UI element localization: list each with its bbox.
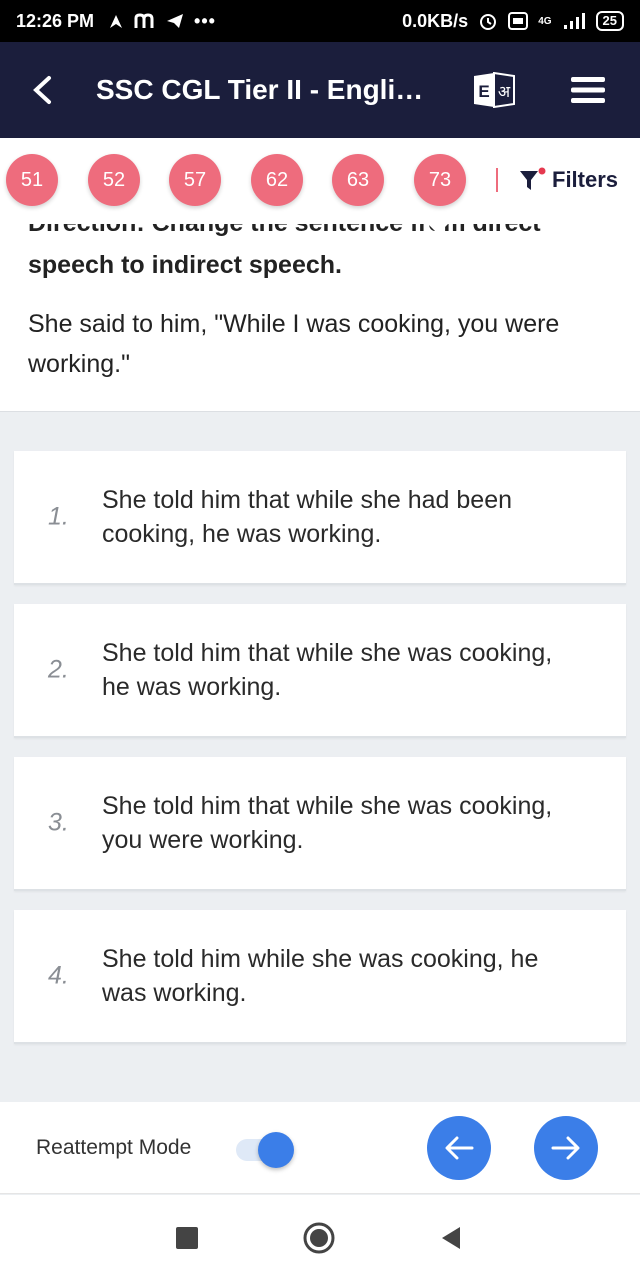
reattempt-mode-label: Reattempt Mode: [36, 1136, 192, 1159]
home-button[interactable]: [302, 1221, 336, 1255]
network-type: 4G: [538, 15, 552, 27]
filter-icon: [520, 167, 546, 190]
net-speed: 0.0KB/s: [402, 10, 469, 31]
m-app-icon: [134, 13, 154, 28]
back-button[interactable]: [0, 42, 84, 138]
option-number: 3.: [48, 808, 69, 837]
recents-button[interactable]: [170, 1221, 204, 1255]
bottom-action-bar: Reattempt Mode: [0, 1102, 640, 1194]
option-2[interactable]: 2. She told him that while she was cooki…: [14, 604, 626, 738]
option-text: She told him while she was cooking, he w…: [102, 945, 539, 1007]
square-recents-icon: [176, 1227, 198, 1249]
question-direction: Direction: Change the sentence from dire…: [28, 224, 541, 279]
option-text: She told him that while she had been coo…: [102, 486, 512, 548]
question-chip[interactable]: 57: [169, 154, 221, 206]
page-title: SSC CGL Tier II - English...: [96, 74, 436, 105]
volte-icon: [508, 12, 529, 30]
filters-label: Filters: [552, 167, 619, 192]
option-number: 1.: [48, 502, 69, 531]
option-1[interactable]: 1. She told him that while she had been …: [14, 451, 626, 585]
question-text: She said to him, "While I was cooking, y…: [28, 310, 560, 378]
option-3[interactable]: 3. She told him that while she was cooki…: [14, 757, 626, 891]
telegram-icon: [167, 14, 184, 28]
signal-icon: [563, 13, 585, 29]
app-header: SSC CGL Tier II - English... E अ: [0, 42, 640, 138]
reattempt-mode-toggle[interactable]: [236, 1132, 294, 1168]
option-4[interactable]: 4. She told him while she was cooking, h…: [14, 910, 626, 1044]
question-chip-current[interactable]: 73: [414, 154, 466, 206]
battery-icon: 25: [595, 11, 624, 31]
circle-home-icon: [303, 1222, 335, 1254]
menu-button[interactable]: [568, 70, 608, 110]
question-chip[interactable]: 51: [6, 154, 58, 206]
language-toggle-icon: E अ: [474, 72, 515, 108]
current-question-indicator: [428, 224, 448, 234]
chip-overflow-edge: [496, 168, 498, 192]
question-chip[interactable]: 63: [332, 154, 384, 206]
more-notifications-icon: •••: [194, 10, 216, 31]
question-navigator: 51 52 57 62 63 73 Filters: [0, 138, 640, 224]
svg-text:अ: अ: [498, 82, 511, 101]
option-number: 4.: [48, 961, 69, 990]
next-question-button[interactable]: [534, 1116, 598, 1180]
previous-question-button[interactable]: [427, 1116, 491, 1180]
notification-icons: •••: [108, 11, 216, 32]
status-bar: 12:26 PM ••• 0.0KB/s 4G 25: [0, 0, 640, 42]
alarm-icon: [480, 14, 497, 30]
question-card: Direction: Change the sentence from dire…: [0, 224, 640, 412]
status-time: 12:26 PM: [16, 10, 95, 31]
option-text: She told him that while she was cooking,…: [102, 639, 553, 701]
question-chip[interactable]: 52: [88, 154, 140, 206]
language-toggle-button[interactable]: E अ: [470, 70, 518, 110]
question-chip[interactable]: 62: [251, 154, 303, 206]
system-navigation-bar: [0, 1195, 640, 1280]
system-back-button[interactable]: [434, 1221, 468, 1255]
hamburger-menu-icon: [571, 77, 605, 103]
arrow-left-icon: [445, 1136, 474, 1160]
filters-button[interactable]: Filters: [518, 162, 618, 198]
option-number: 2.: [48, 655, 69, 684]
triangle-back-icon: [442, 1227, 460, 1249]
arrow-right-icon: [551, 1136, 580, 1160]
back-arrow-icon: [33, 76, 51, 104]
toggle-knob: [258, 1132, 294, 1168]
option-text: She told him that while she was cooking,…: [102, 792, 553, 854]
svg-text:E: E: [478, 82, 489, 101]
bookmark-notification-icon: [110, 15, 123, 28]
